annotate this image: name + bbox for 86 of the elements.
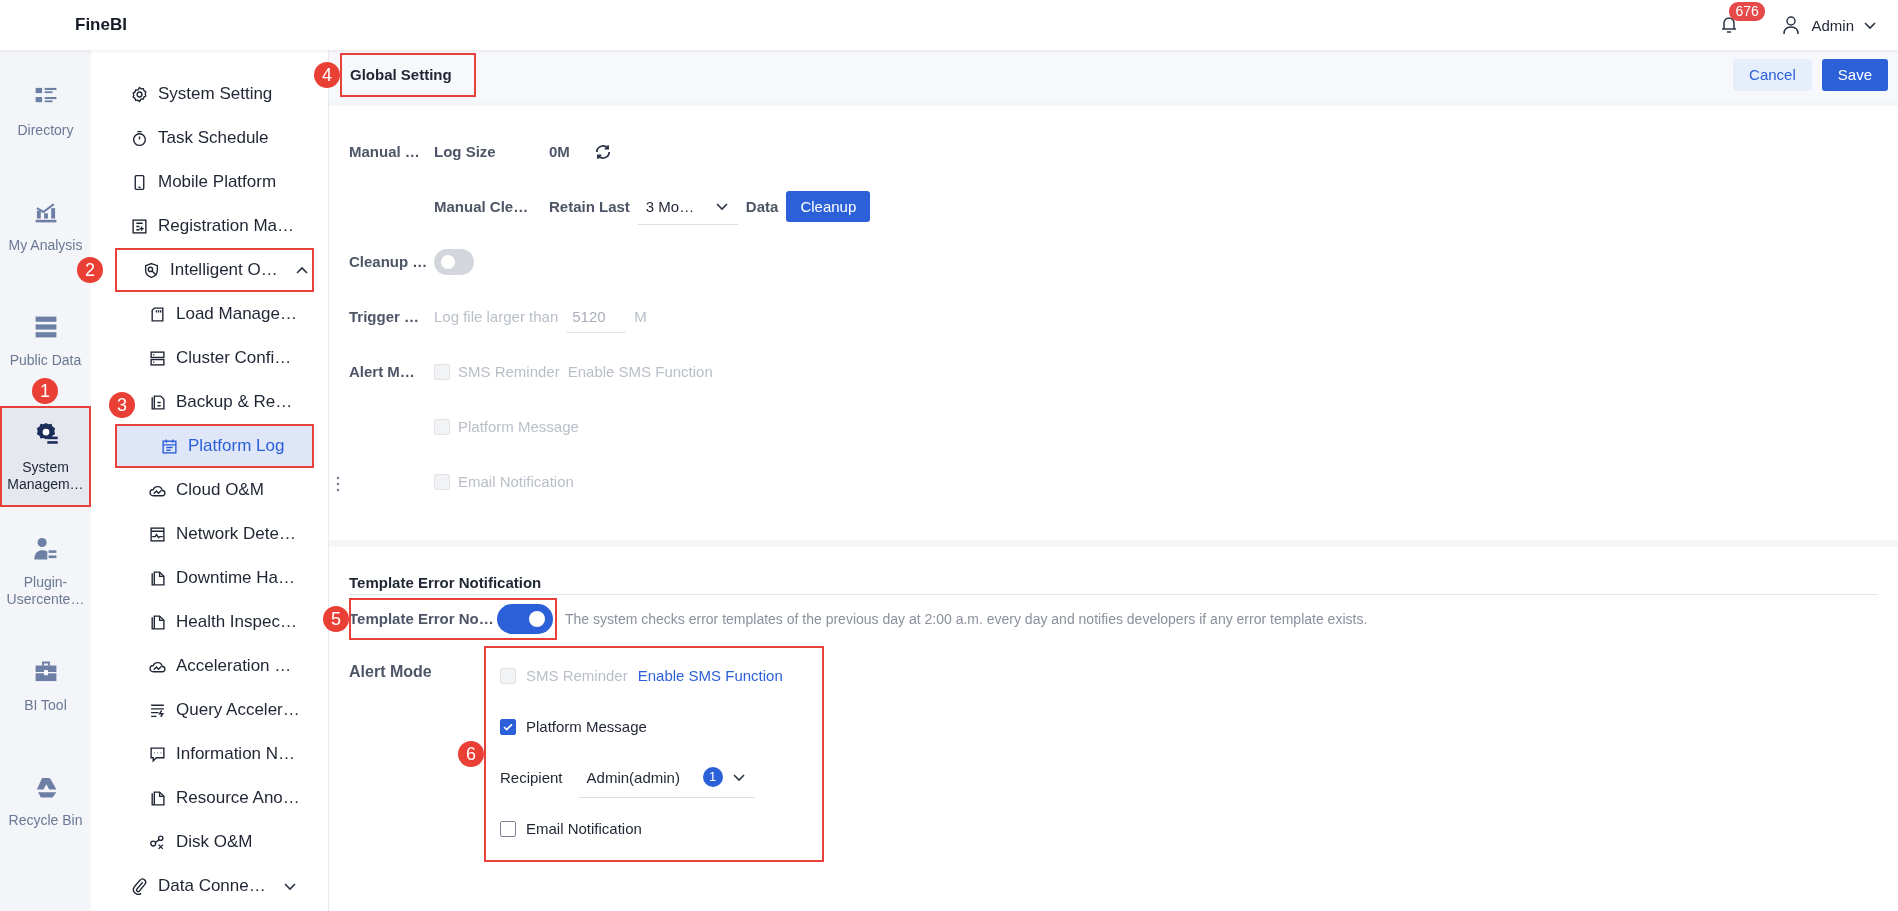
form-icon [131, 217, 148, 235]
list-lightning-icon [149, 701, 166, 719]
sidebar-item[interactable]: Cloud O&M [143, 468, 314, 512]
server-icon [149, 349, 166, 367]
retain-select[interactable]: 3 Mo… [637, 188, 738, 225]
sidebar-item[interactable]: Task Schedule [125, 116, 314, 160]
checkbox-label: Email Notification [526, 820, 642, 837]
sidebar-item[interactable]: Query Acceler… [143, 688, 314, 732]
paperclip-icon [131, 877, 148, 895]
unit-label: M [634, 308, 647, 325]
toggle-switch[interactable] [434, 248, 474, 275]
description-text: The system checks error templates of the previous day at 2:00 a.m. every day and notifies developers if any error template exists. [565, 611, 1368, 627]
app-logo: FineBI [75, 15, 127, 35]
sidebar-item[interactable]: Information N… [143, 732, 314, 776]
recipient-select[interactable]: Admin(admin) 1 [578, 757, 755, 798]
annotation-marker: 2 [77, 257, 103, 283]
sidebar-item[interactable]: Disk O&M [143, 820, 314, 864]
sidebar-item[interactable]: Load Manage… [143, 292, 314, 336]
field-label: Log Size [434, 143, 497, 160]
rail-item[interactable]: Plugin-Usercente… [1, 535, 90, 608]
sidebar-item[interactable]: Data Conne… [125, 864, 314, 908]
field-label: Cleanup … [349, 251, 426, 272]
notification-badge: 676 [1729, 2, 1765, 21]
sidebar-item[interactable]: Downtime Ha… [143, 556, 314, 600]
person-icon [32, 535, 59, 562]
rail-item[interactable]: My Analysis [1, 199, 90, 254]
checkbox-label: SMS Reminder [526, 667, 628, 684]
field-label: Alert M… [349, 361, 416, 382]
stopwatch-icon [131, 129, 148, 147]
toggle-switch[interactable] [497, 604, 553, 634]
sidebar-item[interactable]: Platform Log [115, 424, 314, 468]
field-label: Data [745, 198, 779, 215]
cancel-button[interactable]: Cancel [1733, 58, 1812, 91]
memory-card-icon [149, 305, 166, 323]
documents-icon [149, 393, 166, 411]
annotation-marker: 6 [458, 741, 484, 767]
field-label: Recipient [500, 769, 563, 786]
annotation-marker: 5 [323, 606, 349, 632]
rail-item[interactable]: System Managem… [0, 406, 91, 507]
sidebar-item[interactable]: System Setting [125, 72, 314, 116]
section-title: Template Error Notification [349, 573, 543, 593]
nodes-icon [149, 833, 166, 851]
user-icon [1781, 15, 1802, 35]
chat-icon [149, 745, 166, 763]
field-label: Template Error No… [349, 609, 495, 629]
sidebar-item[interactable]: Mobile Platform [125, 160, 314, 204]
field-label: Manual … [349, 141, 421, 162]
sidebar-item[interactable]: Health Inspec… [143, 600, 314, 644]
sidebar-item[interactable]: Acceleration … [143, 644, 314, 688]
sidebar-item[interactable]: Backup & Re… [143, 380, 314, 424]
checkbox-label: Email Notification [458, 473, 574, 490]
checkbox-label: Platform Message [458, 418, 579, 435]
sidebar-item[interactable]: Registration Ma… [125, 204, 314, 248]
documents-icon [149, 613, 166, 631]
field-label: Alert Mode [349, 662, 433, 682]
cleanup-button[interactable]: Cleanup [786, 191, 871, 222]
documents-icon [149, 789, 166, 807]
annotation-marker: 3 [109, 392, 135, 418]
checkbox[interactable] [500, 820, 516, 837]
gear-icon [131, 85, 148, 103]
rail-item[interactable]: Public Data [1, 314, 90, 369]
field-label: Retain Last [549, 198, 630, 215]
rail-item[interactable]: BI Tool [1, 659, 90, 714]
sidebar-item[interactable]: Intelligent O… [115, 248, 314, 292]
field-label: Trigger … [349, 306, 420, 327]
refresh-icon[interactable] [593, 142, 612, 161]
rail-item[interactable]: Recycle Bin [1, 774, 90, 829]
checkbox[interactable] [500, 718, 516, 735]
documents-icon [149, 569, 166, 587]
monitor-pulse-icon [149, 525, 166, 543]
sidebar-item[interactable]: Resource Ano… [143, 776, 314, 820]
user-name[interactable]: Admin [1811, 16, 1854, 34]
page-title: Global Setting [350, 66, 452, 83]
sidebar-item[interactable]: Cluster Confi… [143, 336, 314, 380]
wrench-icon [143, 261, 160, 279]
checkbox-label: Platform Message [526, 718, 647, 735]
trigger-text: Log file larger than [434, 308, 559, 325]
checkbox-label: SMS Reminder [458, 363, 560, 380]
sidebar-item[interactable]: Network Dete… [143, 512, 314, 556]
calendar-icon [161, 437, 178, 455]
field-label: Manual Cle… [434, 198, 530, 215]
count-badge: 1 [702, 767, 723, 787]
annotation-marker: 1 [32, 378, 58, 404]
save-button[interactable]: Save [1821, 58, 1888, 91]
log-size-value: 0M [549, 143, 570, 160]
rail-item[interactable]: Directory [1, 84, 90, 139]
